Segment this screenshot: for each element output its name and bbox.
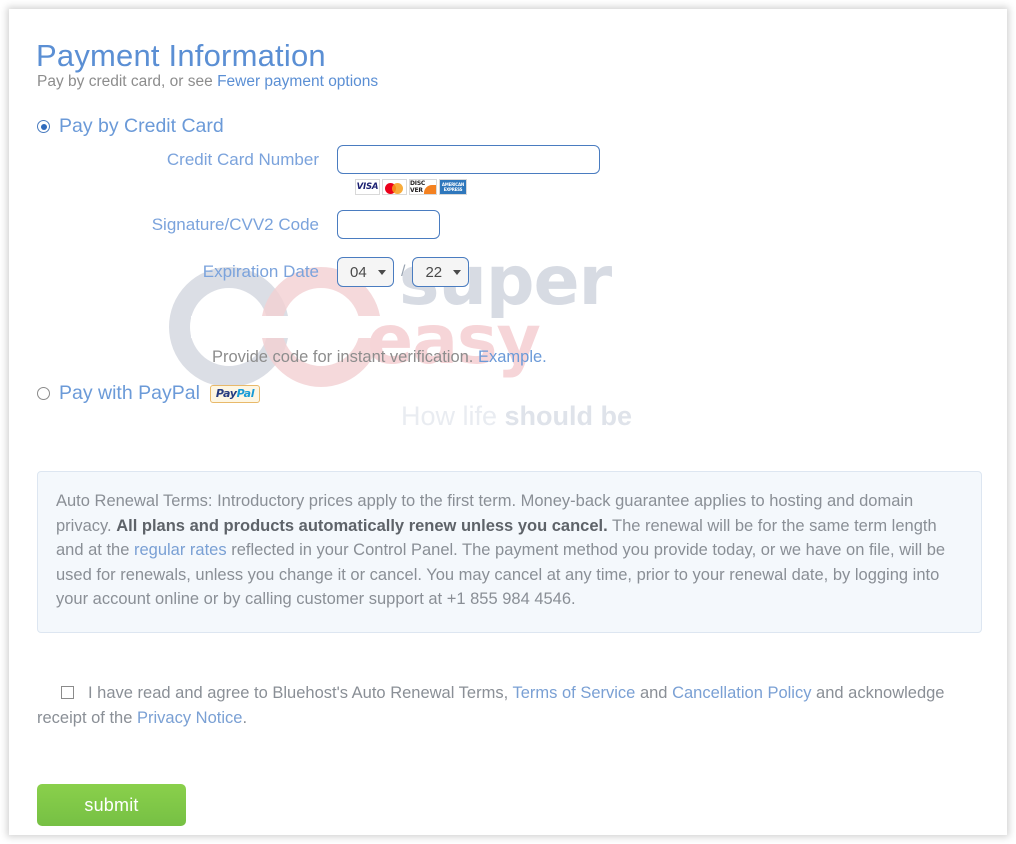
agreement-text-part4: . [242,708,248,727]
paypal-icon-part1: Pay [215,386,237,400]
credit-card-number-row: Credit Card Number [37,145,600,174]
chevron-down-icon [453,269,462,275]
visa-icon: VISA [355,179,380,195]
expiration-date-label: Expiration Date [202,262,319,281]
regular-rates-link[interactable]: regular rates [134,541,227,559]
paypal-icon: PayPal [209,384,261,403]
watermark-bar-left [191,316,291,338]
cvv-input[interactable] [337,210,440,239]
fewer-payment-options-link[interactable]: Fewer payment options [217,73,378,90]
chevron-down-icon [378,269,386,275]
agreement-text-part1: I have read and agree to Bluehost's Auto… [88,684,513,702]
watermark-tagline-light: How life [401,401,505,431]
auto-renewal-terms-box: Auto Renewal Terms: Introductory prices … [37,471,982,633]
subtitle-text: Pay by credit card, or see [37,73,218,90]
expiration-month-value: 04 [350,263,367,281]
payment-page-card: super easy How life should be Payment In… [9,9,1007,835]
credit-card-number-label: Credit Card Number [166,149,319,169]
terms-text-bold: All plans and products automatically ren… [116,516,608,535]
expiration-separator: / [401,263,406,280]
radio-credit-card-label: Pay by Credit Card [59,115,224,137]
page-subtitle: Pay by credit card, or see Fewer payment… [37,73,378,91]
amex-icon: AMERICAN EXPRESS [439,179,467,195]
cancellation-policy-link[interactable]: Cancellation Policy [672,684,811,702]
watermark-tagline: How life should be [401,401,632,432]
cvv-example-link[interactable]: Example. [478,348,547,366]
cvv-row: Signature/CVV2 Code [37,210,440,239]
terms-of-service-link[interactable]: Terms of Service [512,684,635,702]
credit-card-number-input[interactable] [337,145,600,174]
mastercard-icon [382,179,407,195]
radio-paypal-label: Pay with PayPal [59,382,200,404]
agreement-checkbox[interactable] [61,686,74,699]
expiration-year-select[interactable]: 22 [412,257,470,287]
privacy-notice-link[interactable]: Privacy Notice [137,709,242,727]
agreement-text-part2: and [635,684,673,702]
expiration-date-row: Expiration Date 04 / 22 [37,257,470,287]
watermark-word-easy: easy [367,301,541,380]
radio-paypal[interactable] [37,387,50,400]
discover-icon: DISC VER [409,179,437,195]
submit-button[interactable]: submit [37,784,186,826]
agreement-row: I have read and agree to Bluehost's Auto… [37,681,982,730]
expiration-year-value: 22 [425,263,443,281]
payment-method-credit-card[interactable]: Pay by Credit Card [37,115,224,138]
amex-icon-line2: EXPRESS [443,187,463,192]
cvv-hint: Provide code for instant verification. E… [212,348,547,367]
paypal-icon-part2: Pal [236,386,255,400]
watermark-tagline-bold: should be [504,401,633,431]
discover-icon-text: DISC VER [410,180,426,194]
watermark-bar-right [283,316,383,338]
radio-credit-card[interactable] [37,120,50,133]
page-title: Payment Information [36,37,326,73]
cvv-hint-text: Provide code for instant verification. [212,348,478,366]
accepted-card-logos: VISA DISC VER AMERICAN EXPRESS [355,179,467,195]
cvv-label: Signature/CVV2 Code [151,214,319,234]
payment-method-paypal[interactable]: Pay with PayPal PayPal [37,382,261,405]
expiration-month-select[interactable]: 04 [337,257,394,287]
